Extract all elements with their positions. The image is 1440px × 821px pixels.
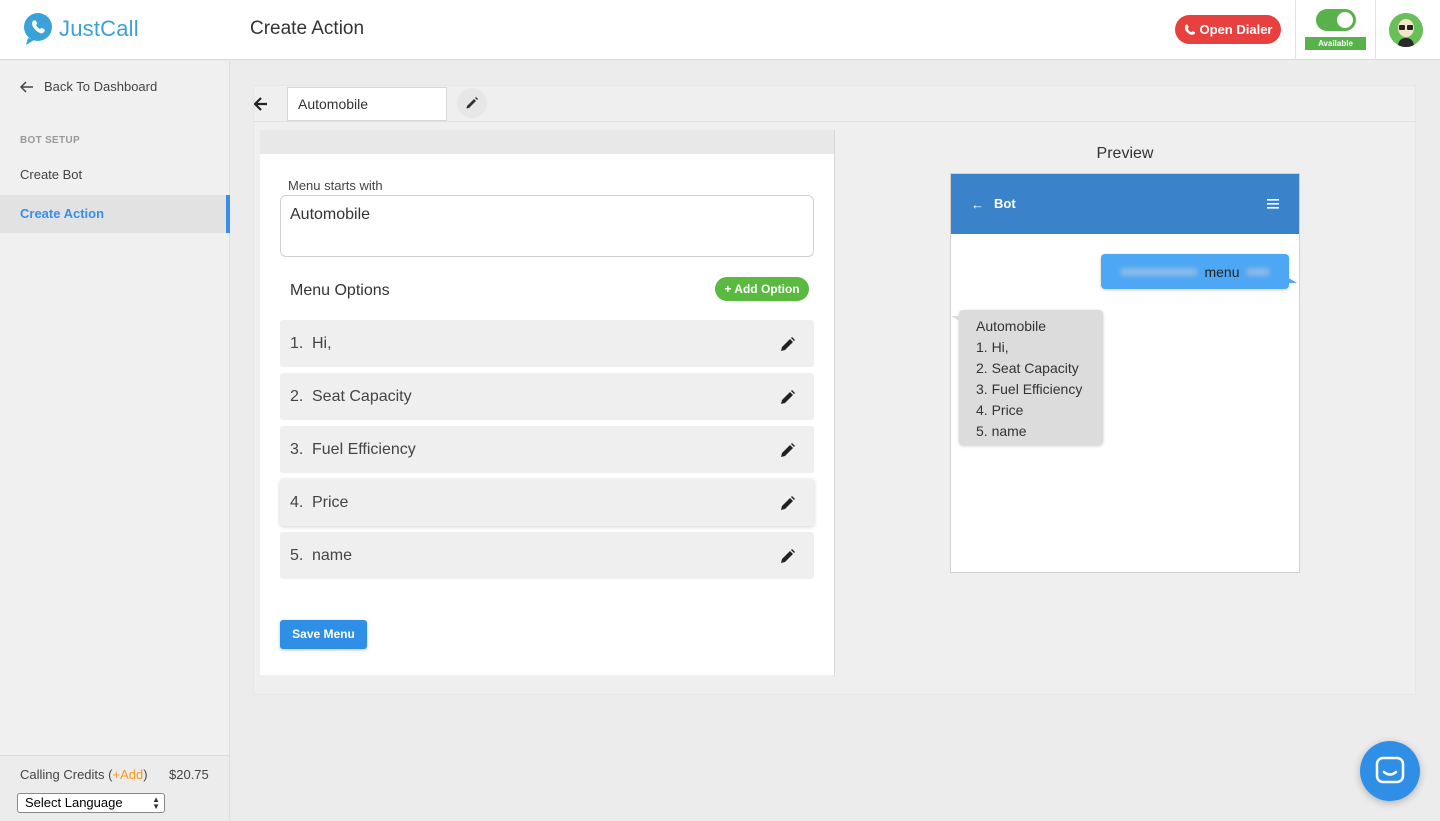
menu-option-item[interactable]: 3. Fuel Efficiency (280, 426, 814, 473)
panel-strip (260, 130, 835, 154)
sidebar-item-create-action[interactable]: Create Action (0, 195, 230, 233)
open-dialer-button[interactable]: Open Dialer (1175, 15, 1281, 44)
pencil-icon[interactable] (780, 495, 796, 511)
credits-amount: $20.75 (169, 767, 209, 782)
credits-label: Calling Credits (+Add) (20, 767, 148, 782)
calling-credits: Calling Credits (+Add) $20.75 Select Lan… (0, 755, 229, 821)
page-title: Create Action (250, 18, 365, 39)
chat-header: ← Bot (951, 174, 1299, 234)
pencil-icon[interactable] (780, 548, 796, 564)
menu-option-item[interactable]: 5. name (280, 532, 814, 579)
status-badge: Available (1305, 37, 1366, 50)
pencil-icon[interactable] (780, 442, 796, 458)
redacted-text (1120, 267, 1199, 276)
bot-message-line: Automobile (976, 318, 1047, 334)
menu-starts-label: Menu starts with (288, 178, 383, 193)
language-select-value: Select Language (25, 795, 123, 810)
logo[interactable]: JustCall (22, 12, 139, 46)
save-menu-button[interactable]: Save Menu (280, 620, 367, 649)
option-number: 3. (290, 440, 304, 458)
phone-bubble-icon (22, 12, 54, 46)
edit-name-button[interactable] (457, 88, 487, 118)
chat-support-button[interactable] (1360, 741, 1420, 801)
chat-preview: ← Bot menu Automobile 1. Hi, 2. Seat Cap… (950, 173, 1300, 573)
arrow-left-icon (20, 80, 33, 93)
menu-starts-textarea[interactable]: Automobile (280, 195, 814, 257)
option-label: Seat Capacity (312, 387, 412, 405)
option-label: Fuel Efficiency (312, 440, 416, 458)
menu-options-title: Menu Options (290, 282, 390, 299)
open-dialer-label: Open Dialer (1199, 22, 1273, 37)
bot-message-line: 1. Hi, (976, 339, 1009, 355)
action-name-input[interactable]: Automobile (287, 87, 447, 121)
preview-title: Preview (1096, 145, 1154, 162)
bot-message-line: 4. Price (976, 402, 1024, 418)
user-message-bubble: menu (1101, 254, 1297, 289)
divider (1375, 0, 1376, 60)
chat-title: Bot (994, 196, 1016, 211)
phone-icon (1184, 24, 1195, 35)
avatar[interactable] (1389, 13, 1423, 47)
toggle-switch[interactable] (1316, 9, 1356, 31)
back-to-dashboard-link[interactable]: Back To Dashboard (20, 79, 157, 94)
option-label: name (312, 546, 353, 564)
back-arrow-icon[interactable] (253, 96, 268, 112)
select-arrows-icon: ▲ ▼ (152, 795, 160, 811)
sidebar-item-create-bot[interactable]: Create Bot (0, 156, 230, 194)
credits-suffix: ) (143, 767, 148, 782)
redacted-text (1245, 267, 1270, 276)
top-bar: JustCall Create Action Open Dialer Avail… (0, 0, 1440, 60)
menu-form: Menu starts with Automobile Menu Options… (260, 154, 834, 675)
pencil-icon[interactable] (780, 389, 796, 405)
logo-text: JustCall (59, 16, 139, 41)
add-option-button[interactable]: + Add Option (715, 277, 809, 301)
credits-prefix: Calling Credits ( (20, 767, 113, 782)
menu-option-item[interactable]: 4. Price (280, 479, 814, 526)
chat-icon (1375, 756, 1405, 784)
divider (1295, 0, 1296, 60)
sidebar: Back To Dashboard BOT SETUP Create Bot C… (0, 61, 230, 821)
bot-message-bubble: Automobile 1. Hi, 2. Seat Capacity 3. Fu… (951, 310, 1103, 445)
option-label: Hi, (312, 334, 332, 352)
bot-message-line: 2. Seat Capacity (976, 360, 1079, 376)
user-message-text: menu (1204, 263, 1240, 280)
arrow-left-icon[interactable]: ← (971, 197, 984, 212)
option-number: 5. (290, 546, 304, 564)
option-number: 2. (290, 387, 304, 405)
divider (253, 121, 1416, 122)
pencil-icon (466, 97, 478, 109)
pencil-icon[interactable] (780, 336, 796, 352)
option-number: 1. (290, 334, 304, 352)
section-label: BOT SETUP (20, 135, 80, 146)
add-credits-link[interactable]: +Add (112, 767, 143, 782)
menu-option-item[interactable]: 2. Seat Capacity (280, 373, 814, 420)
menu-option-item[interactable]: 1. Hi, (280, 320, 814, 367)
back-to-dashboard-label: Back To Dashboard (44, 79, 158, 94)
availability-toggle[interactable]: Available (1305, 9, 1366, 50)
toggle-knob (1337, 12, 1353, 28)
language-select[interactable]: Select Language ▲ ▼ (17, 793, 165, 813)
divider (834, 130, 835, 676)
bot-message-line: 3. Fuel Efficiency (976, 381, 1083, 397)
hamburger-menu-icon[interactable] (1267, 199, 1279, 209)
option-number: 4. (290, 493, 304, 511)
option-label: Price (312, 493, 349, 511)
bot-message-line: 5. name (976, 423, 1027, 439)
